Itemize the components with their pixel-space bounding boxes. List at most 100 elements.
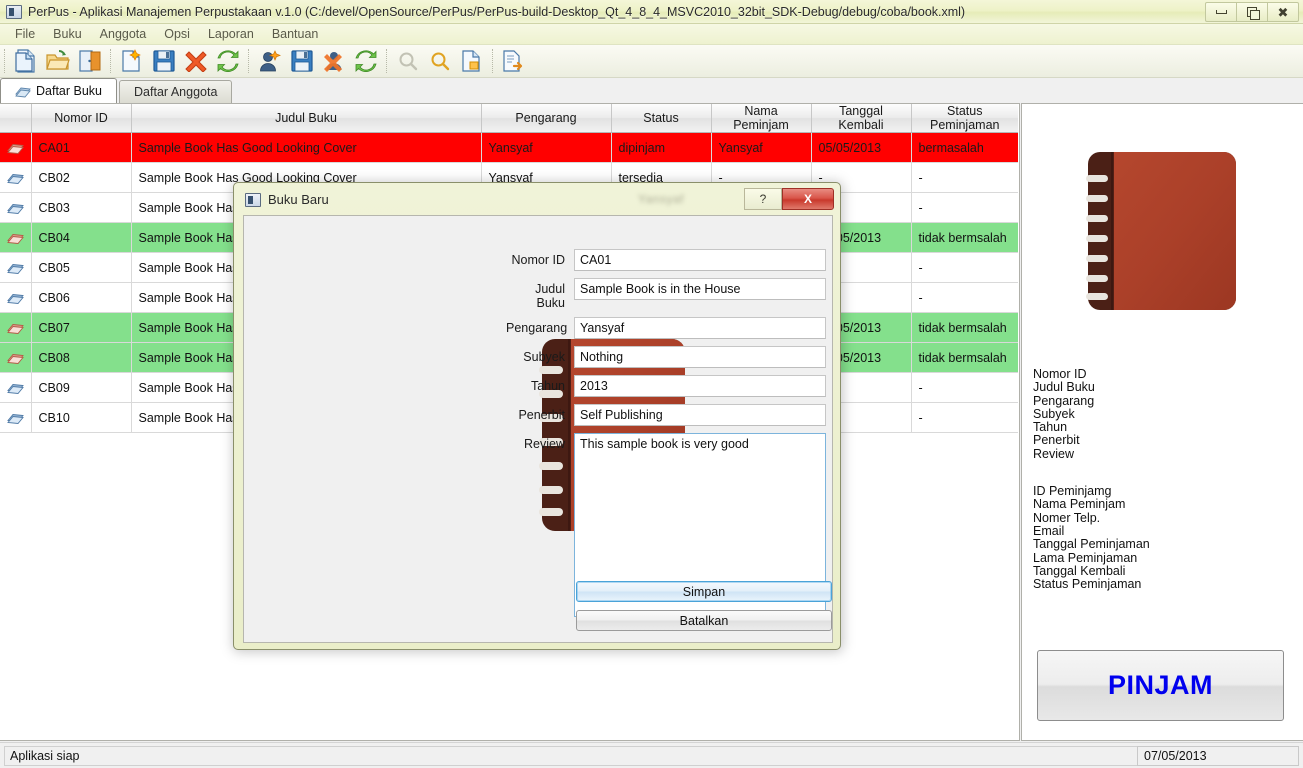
new-book-button[interactable] (117, 47, 147, 75)
book-blue-icon (7, 262, 24, 275)
book-red-icon (7, 142, 24, 155)
pinjam-button[interactable]: PINJAM (1037, 650, 1284, 721)
cell-tanggal-kembali[interactable]: 05/05/2013 (811, 133, 911, 163)
col-header-judul-buku[interactable]: Judul Buku (131, 104, 481, 133)
cell-status-peminjaman[interactable]: - (911, 373, 1018, 403)
book-blue-icon (7, 412, 24, 425)
cell-nomor-id[interactable]: CB04 (31, 223, 131, 253)
input-subyek[interactable]: Nothing (574, 346, 826, 368)
cell-nomor-id[interactable]: CB08 (31, 343, 131, 373)
cell-pengarang[interactable]: Yansyaf (481, 133, 611, 163)
menu-item-laporan[interactable]: Laporan (199, 25, 263, 43)
new-file-button[interactable] (11, 47, 41, 75)
refresh-member-button[interactable] (351, 47, 381, 75)
cell-nomor-id[interactable]: CB10 (31, 403, 131, 433)
cell-nomor-id[interactable]: CB09 (31, 373, 131, 403)
dialog-close-button[interactable]: X (782, 188, 834, 210)
label-review: Review (506, 433, 574, 451)
col-header-status-peminjaman[interactable]: Status Peminjaman (911, 104, 1018, 133)
maximize-icon (1247, 7, 1257, 17)
application-window: PerPus - Aplikasi Manajemen Perpustakaan… (0, 0, 1303, 768)
simpan-button[interactable]: Simpan (576, 581, 832, 602)
cell-nomor-id[interactable]: CB03 (31, 193, 131, 223)
cell-status[interactable]: dipinjam (611, 133, 711, 163)
open-file-button[interactable] (43, 47, 73, 75)
refresh-book-button[interactable] (213, 47, 243, 75)
label-pengarang: Pengarang (506, 317, 574, 335)
table-row[interactable]: CA01Sample Book Has Good Looking CoverYa… (0, 133, 1018, 163)
close-button[interactable]: ✖ (1267, 2, 1299, 22)
cell-status-peminjaman[interactable]: - (911, 163, 1018, 193)
col-header-status[interactable]: Status (611, 104, 711, 133)
app-icon (6, 5, 22, 19)
col-header-pengarang[interactable]: Pengarang (481, 104, 611, 133)
detail-label-status-peminjaman: Status Peminjaman (1033, 578, 1150, 591)
book-red-icon (7, 352, 24, 365)
exit-button[interactable] (75, 47, 105, 75)
detail-label-tahun: Tahun (1033, 421, 1150, 434)
delete-member-button[interactable] (319, 47, 349, 75)
input-pengarang[interactable]: Yansyaf (574, 317, 826, 339)
input-judul-buku[interactable]: Sample Book is in the House (574, 278, 826, 300)
search-button[interactable] (425, 47, 455, 75)
dialog-icon (245, 193, 261, 207)
label-tahun: Tahun (506, 375, 574, 393)
book-blue-icon (7, 202, 24, 215)
cell-nomor-id[interactable]: CB02 (31, 163, 131, 193)
cell-nomor-id[interactable]: CB05 (31, 253, 131, 283)
label-judul-buku: Judul Buku (506, 278, 574, 310)
row-book-icon-cell (0, 403, 31, 433)
cell-status-peminjaman[interactable]: - (911, 253, 1018, 283)
tab-daftar-buku[interactable]: Daftar Buku (0, 78, 117, 103)
detail-label-nomer-telp: Nomer Telp. (1033, 512, 1150, 525)
book-icon (15, 85, 31, 98)
save-member-button[interactable] (287, 47, 317, 75)
cell-nomor-id[interactable]: CB07 (31, 313, 131, 343)
cell-status-peminjaman[interactable]: tidak bermsalah (911, 343, 1018, 373)
field-row-judul-buku: Judul Buku Sample Book is in the House (506, 278, 826, 310)
minimize-icon (1216, 10, 1227, 14)
batalkan-button[interactable]: Batalkan (576, 610, 832, 631)
menu-item-file[interactable]: File (6, 25, 44, 43)
input-penerbit[interactable]: Self Publishing (574, 404, 826, 426)
col-header-tanggal-kembali[interactable]: Tanggal Kembali (811, 104, 911, 133)
cell-status-peminjaman[interactable]: - (911, 193, 1018, 223)
toolbar (0, 45, 1303, 78)
detail-label-judul: Judul Buku (1033, 381, 1150, 394)
cell-nama-peminjam[interactable]: Yansyaf (711, 133, 811, 163)
tab-strip: Daftar Buku Daftar Anggota (0, 78, 1303, 103)
new-member-button[interactable] (255, 47, 285, 75)
col-header-icon[interactable] (0, 104, 31, 133)
search-document-button[interactable] (457, 47, 487, 75)
maximize-button[interactable] (1236, 2, 1268, 22)
cell-status-peminjaman[interactable]: bermasalah (911, 133, 1018, 163)
status-bar: Aplikasi siap 07/05/2013 (0, 742, 1303, 768)
cell-nomor-id[interactable]: CB06 (31, 283, 131, 313)
tab-daftar-anggota[interactable]: Daftar Anggota (119, 80, 232, 103)
dialog-help-button[interactable]: ? (744, 188, 782, 210)
cell-judul-buku[interactable]: Sample Book Has Good Looking Cover (131, 133, 481, 163)
col-header-nama-peminjam[interactable]: Nama Peminjam (711, 104, 811, 133)
tab-label: Daftar Anggota (134, 85, 217, 99)
cell-status-peminjaman[interactable]: - (911, 283, 1018, 313)
cell-status-peminjaman[interactable]: tidak bermsalah (911, 313, 1018, 343)
dialog-ghost-text: Yansyaf (638, 192, 684, 206)
cell-status-peminjaman[interactable]: - (911, 403, 1018, 433)
col-header-nomor-id[interactable]: Nomor ID (31, 104, 131, 133)
delete-book-button[interactable] (181, 47, 211, 75)
cell-status-peminjaman[interactable]: tidak bermsalah (911, 223, 1018, 253)
input-nomor-id[interactable]: CA01 (574, 249, 826, 271)
search-small-button[interactable] (393, 47, 423, 75)
menu-item-anggota[interactable]: Anggota (91, 25, 156, 43)
field-row-nomor-id: Nomor ID CA01 (506, 249, 826, 271)
save-book-button[interactable] (149, 47, 179, 75)
input-tahun[interactable]: 2013 (574, 375, 826, 397)
minimize-button[interactable] (1205, 2, 1237, 22)
menu-item-opsi[interactable]: Opsi (155, 25, 199, 43)
menu-item-buku[interactable]: Buku (44, 25, 91, 43)
menu-item-bantuan[interactable]: Bantuan (263, 25, 328, 43)
export-report-button[interactable] (499, 47, 529, 75)
toolbar-separator (110, 49, 112, 73)
detail-label-nama-peminjam: Nama Peminjam (1033, 498, 1150, 511)
cell-nomor-id[interactable]: CA01 (31, 133, 131, 163)
